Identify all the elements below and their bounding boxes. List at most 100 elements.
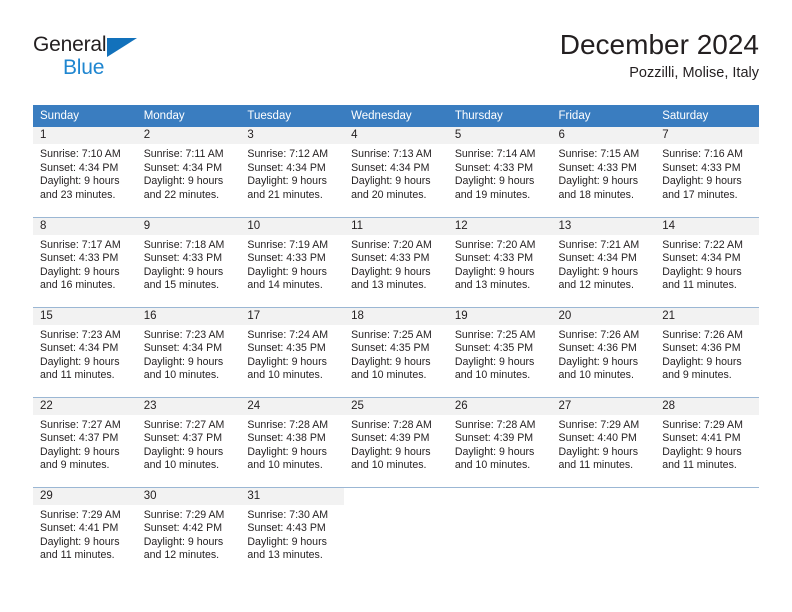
day-number [344, 487, 448, 505]
sunset-text: Sunset: 4:37 PM [40, 432, 119, 445]
daylight-line1: Daylight: 9 hours [558, 445, 639, 458]
day-cell[interactable]: 2 Sunrise: 7:11 AM Sunset: 4:34 PM Dayli… [136, 127, 241, 217]
day-details: Sunrise: 7:28 AM Sunset: 4:39 PM Dayligh… [344, 415, 448, 473]
calendar-body: 1 Sunrise: 7:10 AM Sunset: 4:34 PM Dayli… [33, 127, 759, 577]
daylight-line1: Daylight: 9 hours [351, 355, 431, 368]
daylight-line1: Daylight: 9 hours [558, 355, 639, 368]
day-cell[interactable]: 7 Sunrise: 7:16 AM Sunset: 4:33 PM Dayli… [655, 127, 759, 217]
day-cell[interactable]: 25 Sunrise: 7:28 AM Sunset: 4:39 PM Dayl… [344, 396, 448, 487]
daylight-line1: Daylight: 9 hours [247, 175, 327, 188]
day-details: Sunrise: 7:24 AM Sunset: 4:35 PM Dayligh… [240, 325, 344, 383]
day-number: 28 [655, 397, 759, 415]
daylight-line2: and 11 minutes. [662, 459, 737, 472]
day-cell[interactable]: 15 Sunrise: 7:23 AM Sunset: 4:34 PM Dayl… [33, 306, 137, 397]
day-number: 14 [655, 217, 759, 235]
day-number: 17 [240, 307, 345, 325]
day-details: Sunrise: 7:27 AM Sunset: 4:37 PM Dayligh… [33, 415, 137, 473]
day-number: 16 [136, 307, 241, 325]
day-cell[interactable]: 29 Sunrise: 7:29 AM Sunset: 4:41 PM Dayl… [33, 486, 137, 577]
sunset-text: Sunset: 4:35 PM [454, 342, 534, 355]
day-cell[interactable]: 20 Sunrise: 7:26 AM Sunset: 4:36 PM Dayl… [551, 306, 656, 397]
day-cell-empty [655, 486, 759, 577]
day-details: Sunrise: 7:16 AM Sunset: 4:33 PM Dayligh… [655, 144, 759, 202]
sunset-text: Sunset: 4:34 PM [558, 252, 637, 265]
sunrise-text: Sunrise: 7:10 AM [40, 148, 121, 160]
sunrise-text: Sunrise: 7:19 AM [247, 238, 329, 251]
day-cell[interactable]: 24 Sunrise: 7:28 AM Sunset: 4:38 PM Dayl… [240, 396, 345, 487]
day-number: 18 [344, 307, 448, 325]
day-cell[interactable]: 6 Sunrise: 7:15 AM Sunset: 4:33 PM Dayli… [551, 127, 656, 217]
daylight-line1: Daylight: 9 hours [40, 175, 120, 188]
day-cell[interactable]: 4 Sunrise: 7:13 AM Sunset: 4:34 PM Dayli… [344, 127, 448, 217]
sunset-text: Sunset: 4:33 PM [662, 161, 741, 174]
day-cell[interactable]: 30 Sunrise: 7:29 AM Sunset: 4:42 PM Dayl… [136, 486, 241, 577]
sunrise-text: Sunrise: 7:28 AM [351, 418, 432, 431]
day-cell[interactable]: 12 Sunrise: 7:20 AM Sunset: 4:33 PM Dayl… [447, 216, 552, 307]
week-row: 22 Sunrise: 7:27 AM Sunset: 4:37 PM Dayl… [33, 396, 759, 487]
day-cell[interactable]: 8 Sunrise: 7:17 AM Sunset: 4:33 PM Dayli… [33, 216, 137, 307]
sunset-text: Sunset: 4:41 PM [662, 432, 741, 445]
day-cell[interactable]: 14 Sunrise: 7:22 AM Sunset: 4:34 PM Dayl… [655, 216, 759, 307]
daylight-line1: Daylight: 9 hours [662, 445, 742, 458]
sunset-text: Sunset: 4:34 PM [40, 342, 119, 355]
day-cell[interactable]: 11 Sunrise: 7:20 AM Sunset: 4:33 PM Dayl… [344, 216, 448, 307]
day-number: 13 [551, 217, 656, 235]
general-blue-logo[interactable]: General Blue [33, 30, 163, 78]
daylight-line1: Daylight: 9 hours [662, 355, 742, 368]
sunrise-text: Sunrise: 7:13 AM [351, 148, 432, 160]
day-cell[interactable]: 19 Sunrise: 7:25 AM Sunset: 4:35 PM Dayl… [447, 306, 552, 397]
day-cell[interactable]: 23 Sunrise: 7:27 AM Sunset: 4:37 PM Dayl… [136, 396, 241, 487]
daylight-line2: and 17 minutes. [662, 188, 738, 201]
sunrise-text: Sunrise: 7:12 AM [247, 148, 329, 160]
week-row: 29 Sunrise: 7:29 AM Sunset: 4:41 PM Dayl… [33, 486, 759, 577]
day-details: Sunrise: 7:23 AM Sunset: 4:34 PM Dayligh… [33, 325, 137, 383]
day-cell[interactable]: 22 Sunrise: 7:27 AM Sunset: 4:37 PM Dayl… [33, 396, 137, 487]
day-cell[interactable]: 31 Sunrise: 7:30 AM Sunset: 4:43 PM Dayl… [240, 486, 345, 577]
column-header-tuesday: Tuesday [240, 105, 345, 127]
day-cell[interactable]: 16 Sunrise: 7:23 AM Sunset: 4:34 PM Dayl… [136, 306, 241, 397]
sunrise-text: Sunrise: 7:30 AM [247, 508, 329, 521]
daylight-line1: Daylight: 9 hours [143, 535, 224, 548]
day-number: 30 [136, 487, 241, 505]
day-number: 9 [136, 217, 241, 235]
daylight-line2: and 19 minutes. [454, 188, 531, 201]
day-cell[interactable]: 5 Sunrise: 7:14 AM Sunset: 4:33 PM Dayli… [447, 127, 552, 217]
day-cell[interactable]: 18 Sunrise: 7:25 AM Sunset: 4:35 PM Dayl… [344, 306, 448, 397]
daylight-line2: and 10 minutes. [351, 459, 427, 472]
day-cell[interactable]: 3 Sunrise: 7:12 AM Sunset: 4:34 PM Dayli… [240, 127, 345, 217]
sunset-text: Sunset: 4:36 PM [558, 342, 637, 355]
day-cell[interactable]: 17 Sunrise: 7:24 AM Sunset: 4:35 PM Dayl… [240, 306, 345, 397]
day-cell[interactable]: 26 Sunrise: 7:28 AM Sunset: 4:39 PM Dayl… [447, 396, 552, 487]
daylight-line2: and 12 minutes. [558, 279, 634, 292]
logo-text-blue: Blue [63, 56, 105, 79]
day-number: 25 [344, 397, 448, 415]
day-cell[interactable]: 27 Sunrise: 7:29 AM Sunset: 4:40 PM Dayl… [551, 396, 656, 487]
day-cell[interactable]: 13 Sunrise: 7:21 AM Sunset: 4:34 PM Dayl… [551, 216, 656, 307]
daylight-line2: and 11 minutes. [662, 279, 737, 292]
sunset-text: Sunset: 4:39 PM [351, 432, 430, 445]
daylight-line2: and 23 minutes. [40, 188, 116, 201]
sunrise-text: Sunrise: 7:29 AM [143, 508, 225, 521]
day-number: 3 [240, 127, 345, 144]
daylight-line2: and 9 minutes. [40, 459, 110, 472]
day-number: 29 [33, 487, 137, 505]
daylight-line2: and 22 minutes. [143, 188, 220, 201]
daylight-line1: Daylight: 9 hours [558, 265, 639, 278]
day-number: 8 [33, 217, 137, 235]
day-number: 24 [240, 397, 345, 415]
day-cell[interactable]: 1 Sunrise: 7:10 AM Sunset: 4:34 PM Dayli… [33, 127, 137, 217]
day-cell[interactable]: 28 Sunrise: 7:29 AM Sunset: 4:41 PM Dayl… [655, 396, 759, 487]
daylight-line1: Daylight: 9 hours [40, 355, 120, 368]
sunrise-text: Sunrise: 7:28 AM [247, 418, 329, 431]
day-cell[interactable]: 9 Sunrise: 7:18 AM Sunset: 4:33 PM Dayli… [136, 216, 241, 307]
day-number [551, 487, 656, 505]
day-cell[interactable]: 10 Sunrise: 7:19 AM Sunset: 4:33 PM Dayl… [240, 216, 345, 307]
sunrise-text: Sunrise: 7:15 AM [558, 148, 640, 160]
day-cell[interactable]: 21 Sunrise: 7:26 AM Sunset: 4:36 PM Dayl… [655, 306, 759, 397]
daylight-line2: and 10 minutes. [143, 369, 220, 382]
week-row: 8 Sunrise: 7:17 AM Sunset: 4:33 PM Dayli… [33, 216, 759, 307]
logo-text-general: General [33, 33, 107, 56]
daylight-line2: and 10 minutes. [143, 459, 220, 472]
daylight-line2: and 15 minutes. [143, 279, 220, 292]
day-number: 12 [447, 217, 552, 235]
